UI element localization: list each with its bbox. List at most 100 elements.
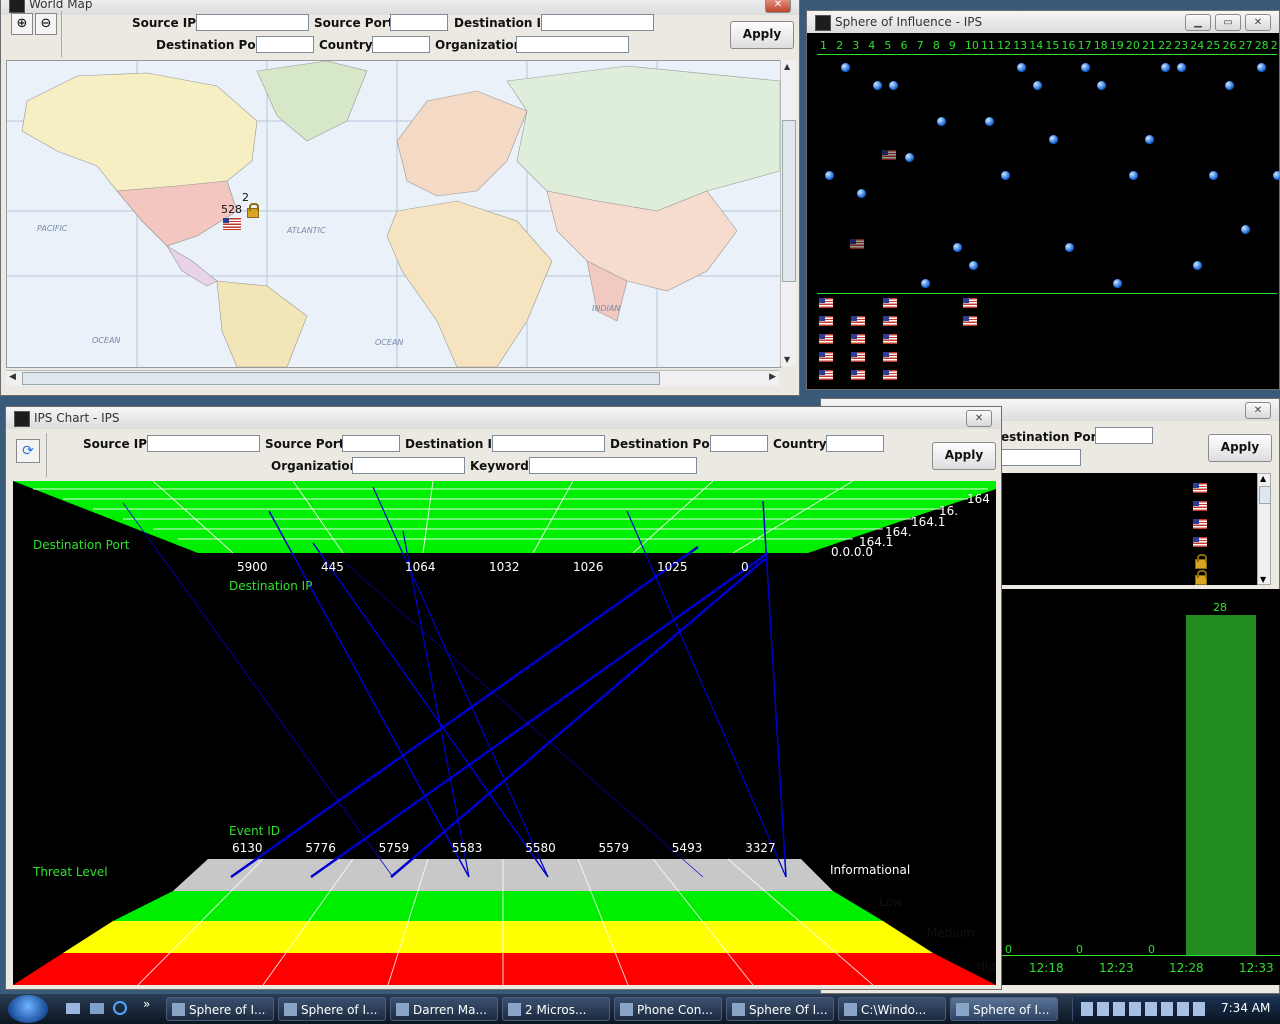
sphere-plot[interactable]	[807, 55, 1280, 295]
event-link-line[interactable]	[230, 545, 699, 879]
timeline-bar[interactable]	[1186, 615, 1256, 955]
close-button[interactable]: ✕	[1245, 14, 1271, 31]
lock-icon[interactable]	[247, 203, 259, 218]
event-link-line[interactable]	[268, 510, 470, 878]
event-link-line[interactable]	[762, 500, 787, 878]
sphere-node-icon[interactable]	[1129, 171, 1138, 180]
us-flag-icon[interactable]	[819, 298, 833, 308]
country-input[interactable]	[826, 435, 884, 452]
world-map-titlebar[interactable]: World Map ✕	[1, 0, 799, 15]
sphere-node-icon[interactable]	[1209, 171, 1218, 180]
us-flag-icon[interactable]	[883, 316, 897, 326]
taskbar-item[interactable]: Darren Ma...	[390, 997, 498, 1021]
destination-port-input[interactable]	[710, 435, 768, 452]
us-flag-icon[interactable]	[850, 239, 864, 249]
taskbar-item[interactable]: Sphere Of I...	[726, 997, 834, 1021]
timeline-list-scrollbar[interactable]: ▲ ▼	[1257, 473, 1271, 585]
close-button[interactable]: ✕	[966, 410, 992, 427]
event-link-line[interactable]	[402, 530, 470, 878]
tray-icons[interactable]	[1081, 1002, 1205, 1016]
us-flag-icon[interactable]	[851, 334, 865, 344]
us-flag-icon[interactable]	[883, 352, 897, 362]
destination-ip-input[interactable]	[541, 14, 654, 31]
sphere-node-icon[interactable]	[841, 63, 850, 72]
close-button[interactable]: ✕	[1245, 402, 1271, 419]
timeline-chart[interactable]: 28 0 0 0 12:18 12:23 12:28 12:33	[1001, 589, 1280, 985]
start-button[interactable]	[8, 995, 48, 1023]
sphere-node-icon[interactable]	[1001, 171, 1010, 180]
sphere-node-icon[interactable]	[953, 243, 962, 252]
taskbar-item[interactable]: Sphere of I...	[278, 997, 386, 1021]
show-desktop-icon[interactable]	[66, 1003, 80, 1014]
ips-chart-canvas[interactable]: Destination Port Destination IP Event ID…	[13, 481, 996, 985]
us-flag-icon[interactable]	[851, 370, 865, 380]
taskbar-item[interactable]: C:\Windo...	[838, 997, 946, 1021]
apply-button[interactable]: Apply	[730, 21, 794, 49]
sphere-titlebar[interactable]: Sphere of Influence - IPS ▁ ▭ ✕	[807, 11, 1279, 33]
source-ip-input[interactable]	[147, 435, 260, 452]
clock[interactable]: 7:34 AM	[1221, 1001, 1270, 1015]
organization-input[interactable]	[352, 457, 465, 474]
sphere-node-icon[interactable]	[1193, 261, 1202, 270]
us-flag-icon[interactable]	[883, 334, 897, 344]
ips-chart-titlebar[interactable]: IPS Chart - IPS ✕	[6, 407, 1001, 429]
us-flag-icon[interactable]	[819, 352, 833, 362]
sphere-node-icon[interactable]	[1017, 63, 1026, 72]
event-link-line[interactable]	[310, 551, 769, 879]
source-port-input[interactable]	[390, 14, 448, 31]
us-flag-icon[interactable]	[882, 150, 896, 160]
sphere-node-icon[interactable]	[1241, 225, 1250, 234]
sphere-node-icon[interactable]	[1081, 63, 1090, 72]
sphere-node-icon[interactable]	[825, 171, 834, 180]
sphere-node-icon[interactable]	[873, 81, 882, 90]
destination-port-input[interactable]	[1095, 427, 1153, 444]
sphere-node-icon[interactable]	[1257, 63, 1266, 72]
switch-windows-icon[interactable]	[90, 1003, 104, 1014]
sphere-node-icon[interactable]	[921, 279, 930, 288]
us-flag-icon[interactable]	[819, 370, 833, 380]
taskbar-item[interactable]: Sphere of I...	[950, 997, 1058, 1021]
sphere-node-icon[interactable]	[1097, 81, 1106, 90]
world-map-canvas[interactable]: PACIFIC ATLANTIC INDIAN OCEAN OCEAN 2 52…	[6, 60, 781, 368]
zoom-in-button[interactable]: ⊕	[11, 13, 33, 35]
zoom-out-button[interactable]: ⊖	[35, 13, 57, 35]
horizontal-scroll-thumb[interactable]	[22, 372, 660, 385]
event-link-line[interactable]	[626, 510, 787, 878]
close-button[interactable]: ✕	[765, 0, 791, 13]
us-flag-icon[interactable]	[819, 334, 833, 344]
sphere-node-icon[interactable]	[1065, 243, 1074, 252]
source-port-input[interactable]	[342, 435, 400, 452]
us-flag-icon[interactable]	[963, 298, 977, 308]
timeline-list[interactable]	[1001, 473, 1257, 585]
taskbar-item[interactable]: Phone Con...	[614, 997, 722, 1021]
country-input[interactable]	[372, 36, 430, 53]
sphere-node-icon[interactable]	[1145, 135, 1154, 144]
sphere-node-icon[interactable]	[1113, 279, 1122, 288]
taskbar-item[interactable]: 2 Micros...	[502, 997, 610, 1021]
sphere-node-icon[interactable]	[969, 261, 978, 270]
internet-explorer-icon[interactable]	[113, 1001, 127, 1015]
destination-ip-input[interactable]	[492, 435, 605, 452]
sphere-node-icon[interactable]	[857, 189, 866, 198]
vertical-scroll-thumb[interactable]	[782, 120, 796, 282]
maximize-button[interactable]: ▭	[1215, 14, 1241, 31]
sphere-node-icon[interactable]	[1177, 63, 1186, 72]
sphere-node-icon[interactable]	[937, 117, 946, 126]
vertical-scrollbar[interactable]: ▲ ▼	[780, 60, 796, 366]
sphere-node-icon[interactable]	[889, 81, 898, 90]
destination-port-input[interactable]	[256, 36, 314, 53]
sphere-node-icon[interactable]	[1161, 63, 1170, 72]
minimize-button[interactable]: ▁	[1185, 14, 1211, 31]
us-flag-icon[interactable]	[851, 352, 865, 362]
us-flag-icon[interactable]	[819, 316, 833, 326]
source-ip-input[interactable]	[196, 14, 309, 31]
keyword-input[interactable]	[529, 457, 697, 474]
horizontal-scrollbar[interactable]: ◀ ▶	[6, 370, 779, 386]
us-flag-icon[interactable]	[223, 218, 241, 230]
sphere-node-icon[interactable]	[1049, 135, 1058, 144]
apply-button[interactable]: Apply	[1208, 434, 1272, 462]
taskbar-item[interactable]: Sphere of I...	[166, 997, 274, 1021]
us-flag-icon[interactable]	[883, 298, 897, 308]
organization-input[interactable]	[1001, 449, 1081, 466]
sphere-node-icon[interactable]	[1033, 81, 1042, 90]
